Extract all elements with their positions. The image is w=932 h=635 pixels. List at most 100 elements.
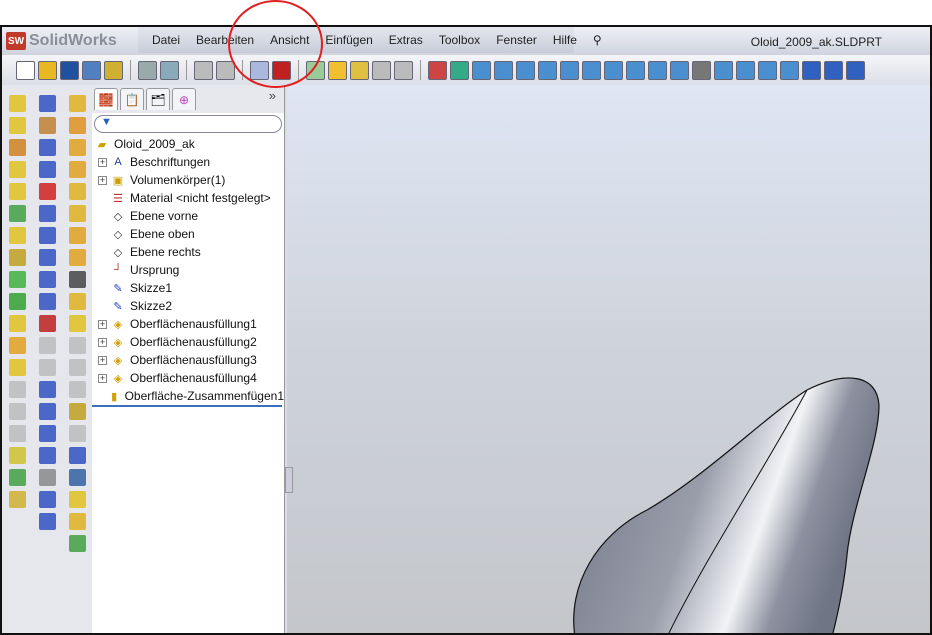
command-icon[interactable] bbox=[38, 359, 56, 376]
toolbar-button-icon[interactable] bbox=[194, 60, 213, 80]
tree-node[interactable]: + ▣ Volumenkörper(1) bbox=[92, 171, 284, 189]
command-icon[interactable] bbox=[68, 425, 86, 442]
command-icon[interactable] bbox=[68, 491, 86, 508]
tree-node[interactable]: ✎ Skizze2 bbox=[92, 297, 284, 315]
toolbar-button-icon[interactable] bbox=[582, 60, 601, 80]
toolbar-button-icon[interactable] bbox=[494, 60, 513, 80]
toolbar-button-icon[interactable] bbox=[626, 60, 645, 80]
command-icon[interactable] bbox=[8, 117, 26, 134]
command-icon[interactable] bbox=[38, 205, 56, 222]
toolbar-button-icon[interactable] bbox=[714, 60, 733, 80]
toolbar-button-icon[interactable] bbox=[560, 60, 579, 80]
command-icon[interactable] bbox=[68, 271, 86, 288]
command-icon[interactable] bbox=[38, 139, 56, 156]
expand-toggle[interactable]: + bbox=[98, 337, 107, 347]
toolbar-button-icon[interactable] bbox=[38, 60, 57, 80]
command-icon[interactable] bbox=[8, 95, 26, 112]
command-icon[interactable] bbox=[38, 447, 56, 464]
toolbar-button-icon[interactable] bbox=[82, 60, 101, 80]
command-icon[interactable] bbox=[68, 381, 86, 398]
toolbar-button-icon[interactable] bbox=[138, 60, 157, 80]
tab-feature-manager[interactable]: 🧱 bbox=[94, 88, 118, 110]
toolbar-button-icon[interactable] bbox=[780, 60, 799, 80]
tab-configuration-manager[interactable]: 🗂 bbox=[146, 88, 170, 110]
toolbar-button-icon[interactable] bbox=[758, 60, 777, 80]
command-icon[interactable] bbox=[68, 117, 86, 134]
expand-toggle[interactable]: + bbox=[98, 175, 107, 185]
command-icon[interactable] bbox=[68, 315, 86, 332]
command-icon[interactable] bbox=[38, 249, 56, 266]
toolbar-button-icon[interactable] bbox=[160, 60, 179, 80]
tree-node[interactable]: ◇ Ebene oben bbox=[92, 225, 284, 243]
menu-2[interactable]: Ansicht bbox=[262, 33, 317, 47]
toolbar-button-icon[interactable] bbox=[394, 60, 413, 80]
tree-node[interactable]: ◇ Ebene rechts bbox=[92, 243, 284, 261]
command-icon[interactable] bbox=[8, 469, 26, 486]
command-icon[interactable] bbox=[68, 293, 86, 310]
command-icon[interactable] bbox=[38, 271, 56, 288]
toolbar-button-icon[interactable] bbox=[692, 60, 711, 80]
command-icon[interactable] bbox=[38, 403, 56, 420]
command-icon[interactable] bbox=[38, 425, 56, 442]
tree-node[interactable]: + ◈ Oberflächenausfüllung2 bbox=[92, 333, 284, 351]
toolbar-button-icon[interactable] bbox=[538, 60, 557, 80]
command-icon[interactable] bbox=[68, 205, 86, 222]
tree-node[interactable]: + ◈ Oberflächenausfüllung4 bbox=[92, 369, 284, 387]
command-icon[interactable] bbox=[68, 469, 86, 486]
command-icon[interactable] bbox=[68, 161, 86, 178]
command-icon[interactable] bbox=[68, 403, 86, 420]
toolbar-button-icon[interactable] bbox=[350, 60, 369, 80]
toolbar-button-icon[interactable] bbox=[516, 60, 535, 80]
command-icon[interactable] bbox=[38, 117, 56, 134]
toolbar-button-icon[interactable] bbox=[216, 60, 235, 80]
command-icon[interactable] bbox=[38, 227, 56, 244]
command-icon[interactable] bbox=[68, 183, 86, 200]
tree-node[interactable]: + ◈ Oberflächenausfüllung3 bbox=[92, 351, 284, 369]
toolbar-button-icon[interactable] bbox=[60, 60, 79, 80]
command-icon[interactable] bbox=[8, 425, 26, 442]
toolbar-button-icon[interactable] bbox=[736, 60, 755, 80]
tree-node[interactable]: ◇ Ebene vorne bbox=[92, 207, 284, 225]
command-icon[interactable] bbox=[68, 227, 86, 244]
command-icon[interactable] bbox=[8, 227, 26, 244]
toolbar-button-icon[interactable] bbox=[306, 60, 325, 80]
command-icon[interactable] bbox=[8, 161, 26, 178]
command-icon[interactable] bbox=[8, 403, 26, 420]
tab-property-manager[interactable]: 📋 bbox=[120, 88, 144, 110]
command-icon[interactable] bbox=[38, 337, 56, 354]
command-icon[interactable] bbox=[68, 337, 86, 354]
toolbar-button-icon[interactable] bbox=[824, 60, 843, 80]
menu-7[interactable]: Hilfe bbox=[545, 33, 585, 47]
command-icon[interactable] bbox=[68, 535, 86, 552]
toolbar-button-icon[interactable] bbox=[670, 60, 689, 80]
command-icon[interactable] bbox=[68, 249, 86, 266]
command-icon[interactable] bbox=[38, 95, 56, 112]
command-icon[interactable] bbox=[8, 271, 26, 288]
command-icon[interactable] bbox=[8, 315, 26, 332]
menu-6[interactable]: Fenster bbox=[488, 33, 545, 47]
toolbar-button-icon[interactable] bbox=[250, 60, 269, 80]
tree-filter-input[interactable]: ▼ bbox=[94, 115, 282, 133]
command-icon[interactable] bbox=[38, 183, 56, 200]
expand-toggle[interactable]: + bbox=[98, 373, 107, 383]
command-icon[interactable] bbox=[68, 447, 86, 464]
command-icon[interactable] bbox=[38, 491, 56, 508]
menu-4[interactable]: Extras bbox=[381, 33, 431, 47]
command-icon[interactable] bbox=[8, 205, 26, 222]
command-icon[interactable] bbox=[68, 95, 86, 112]
expand-toggle[interactable]: + bbox=[98, 157, 107, 167]
toolbar-button-icon[interactable] bbox=[328, 60, 347, 80]
menu-5[interactable]: Toolbox bbox=[431, 33, 488, 47]
app-logo[interactable]: SW SolidWorks bbox=[6, 32, 117, 50]
command-icon[interactable] bbox=[8, 337, 26, 354]
tree-root[interactable]: ▰ Oloid_2009_ak bbox=[92, 135, 284, 153]
command-icon[interactable] bbox=[38, 161, 56, 178]
command-icon[interactable] bbox=[8, 359, 26, 376]
toolbar-button-icon[interactable] bbox=[104, 60, 123, 80]
tree-node[interactable]: ┘ Ursprung bbox=[92, 261, 284, 279]
menu-1[interactable]: Bearbeiten bbox=[188, 33, 262, 47]
toolbar-button-icon[interactable] bbox=[372, 60, 391, 80]
tab-dimxpert[interactable]: ⊕ bbox=[172, 88, 196, 110]
toolbar-button-icon[interactable] bbox=[428, 60, 447, 80]
toolbar-button-icon[interactable] bbox=[846, 60, 865, 80]
